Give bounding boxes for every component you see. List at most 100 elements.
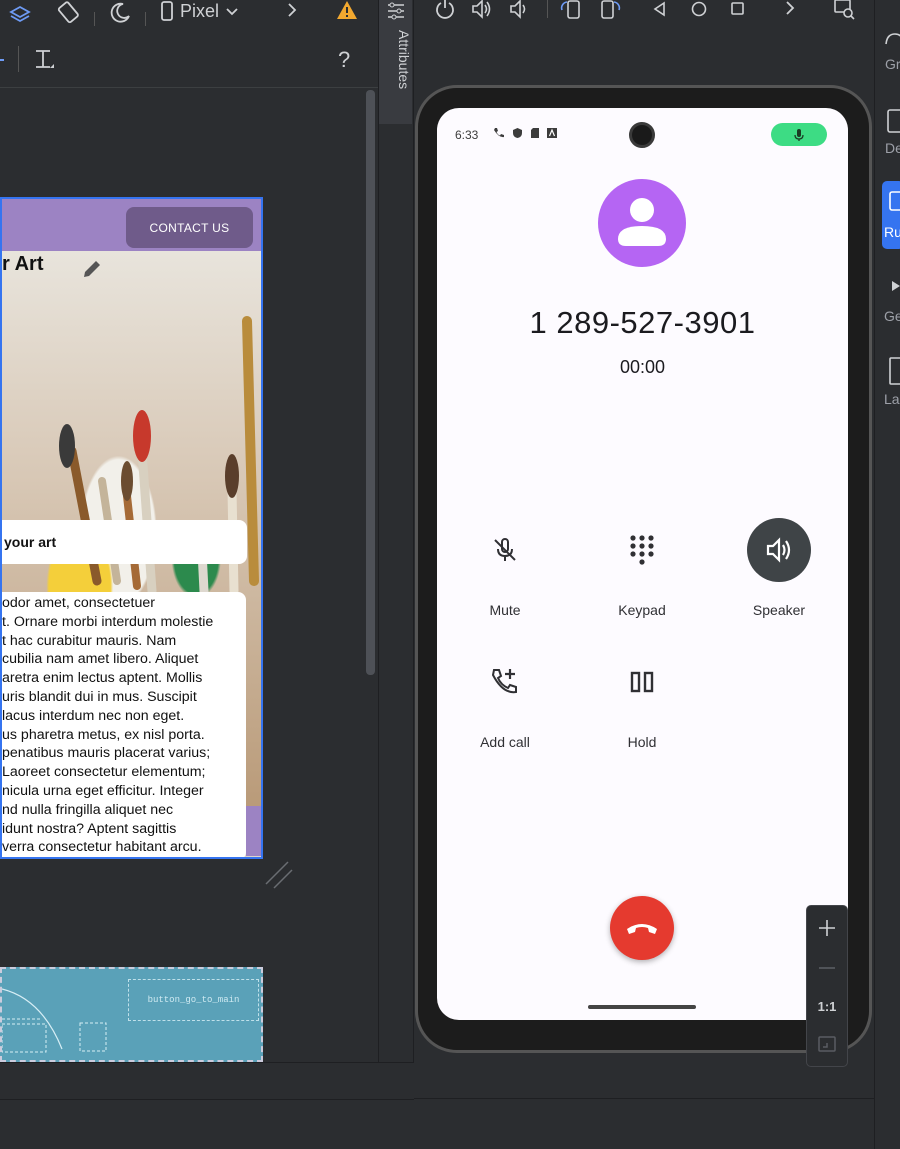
zoom-out-button[interactable] [807,948,847,988]
body-line: uris blandit dui in mus. Suscipit [2,688,197,705]
mute-label: Mute [489,602,521,618]
right-strip-label: Ge [884,308,900,324]
pause-icon [610,650,674,714]
art-card-label: your art [2,520,247,564]
minus-icon [817,958,837,978]
orientation-icon[interactable] [56,0,82,26]
body-line: aretra enim lectus aptent. Mollis [2,670,203,687]
toolbar-divider [94,12,95,26]
add-call-button[interactable]: Add call [445,650,565,760]
right-strip-label: De [885,140,900,156]
zoom-fit-button[interactable] [807,1024,847,1064]
design-surface-icon[interactable] [8,4,32,28]
attributes-icon [386,2,406,20]
gesture-home-indicator[interactable] [588,1005,696,1009]
button-go-to-main[interactable]: button_go_to_main [128,979,259,1021]
layout-preview-navigation[interactable]: button_go_to_main [0,967,263,1062]
add-call-label: Add call [480,734,530,750]
device-manager-icon [883,108,900,134]
layout-editor-pane: Pixel ? CONTACT US r Art your art odor a… [0,0,378,1062]
gradle-icon [883,28,900,48]
device-search-icon[interactable] [832,0,856,20]
hold-label: Hold [627,734,657,750]
mute-button[interactable]: Mute [445,518,565,628]
zoom-actual-size-button[interactable]: 1:1 [807,986,847,1026]
zoom-one-to-one-label: 1:1 [817,998,837,1014]
overview-icon[interactable] [730,1,746,17]
call-status-icon [493,127,505,139]
right-strip-label: Ru [884,224,900,240]
edit-pencil-icon[interactable] [80,257,104,281]
contact-avatar [598,179,686,267]
power-icon[interactable] [434,0,456,20]
toolbar-divider [18,46,19,72]
device-manager-tool-button[interactable]: De [883,108,900,156]
call-timer: 00:00 [619,357,666,377]
editor-subtoolbar: ? [0,34,378,88]
volume-down-icon[interactable] [508,0,530,20]
body-line: t. Ornare morbi interdum molestie [2,613,214,630]
keypad-label: Keypad [618,602,666,618]
body-line: verra consectetur habitant arcu. [2,839,202,856]
help-button[interactable]: ? [338,47,350,73]
keypad-button[interactable]: Keypad [582,518,702,628]
contact-us-button[interactable]: CONTACT US [126,207,253,248]
rotate-left-icon[interactable] [559,0,583,20]
canvas-scrollbar[interactable] [366,90,375,675]
back-icon[interactable] [651,0,669,18]
status-time: 6:33 [455,128,479,142]
body-line: cubilia nam amet libero. Aliquet [2,651,199,668]
add-call-icon [473,650,537,714]
hold-button[interactable]: Hold [582,650,702,760]
right-strip-label: Gr [885,56,900,72]
body-line: penatibus mauris placerat varius; [2,745,211,762]
editor-toolbar: Pixel [0,0,378,34]
chevron-down-icon [225,4,239,18]
plus-icon [817,918,837,938]
vertical-guide-icon[interactable] [32,48,56,72]
app-title: r Art [2,253,44,275]
mic-off-icon [473,518,537,582]
volume-up-icon[interactable] [470,0,494,20]
fit-screen-icon [817,1034,837,1054]
resize-handle-icon[interactable] [264,860,294,890]
layout-inspector-icon[interactable] [888,356,900,386]
attributes-strip [378,0,414,1062]
shield-icon [512,127,523,139]
gradle-tool-button[interactable]: Gr [883,28,900,72]
blue-marker [0,59,4,61]
right-strip-label: La [884,391,900,407]
home-icon[interactable] [690,0,708,18]
chevron-right-icon[interactable] [284,2,300,18]
font-notification-icon [547,128,557,138]
night-mode-icon[interactable] [108,0,132,24]
warning-icon[interactable] [336,0,358,20]
sd-card-icon [530,127,540,139]
bottom-divider [414,1098,874,1099]
device-label: Pixel [180,0,220,21]
layout-preview-main[interactable]: CONTACT US r Art your art odor amet, con… [0,197,263,859]
device-screen[interactable]: 6:33 1 289-527-3901 00:00 Mute Keypad Sp… [437,108,848,1020]
body-line: lacus interdum nec non eget. [2,707,185,724]
bottom-status-area [0,1062,414,1100]
gemini-tool-button[interactable] [886,278,900,294]
rotate-right-icon[interactable] [598,0,622,20]
mic-in-use-indicator [771,123,827,146]
dialpad-icon [610,518,674,582]
right-tool-window-strip: Gr De [874,0,900,1149]
end-call-button[interactable] [610,896,674,960]
chevron-right-icon[interactable] [782,0,798,16]
body-line: nd nulla fringilla aliquet nec [2,801,174,818]
app-footer [246,806,261,856]
body-line: Laoreet consectetur elementum; [2,764,206,781]
toolbar-divider [145,12,146,26]
microphone-icon [793,128,805,142]
zoom-in-button[interactable] [807,908,847,948]
caller-phone-number: 1 289-527-3901 [529,305,756,340]
running-devices-icon [888,190,900,212]
speaker-button[interactable]: Speaker [719,518,839,628]
body-line: odor amet, consectetuer [2,595,155,611]
device-selector[interactable]: Pixel [160,0,239,22]
toolbar-divider [547,0,548,18]
body-line: t hac curabitur mauris. Nam [2,632,177,649]
